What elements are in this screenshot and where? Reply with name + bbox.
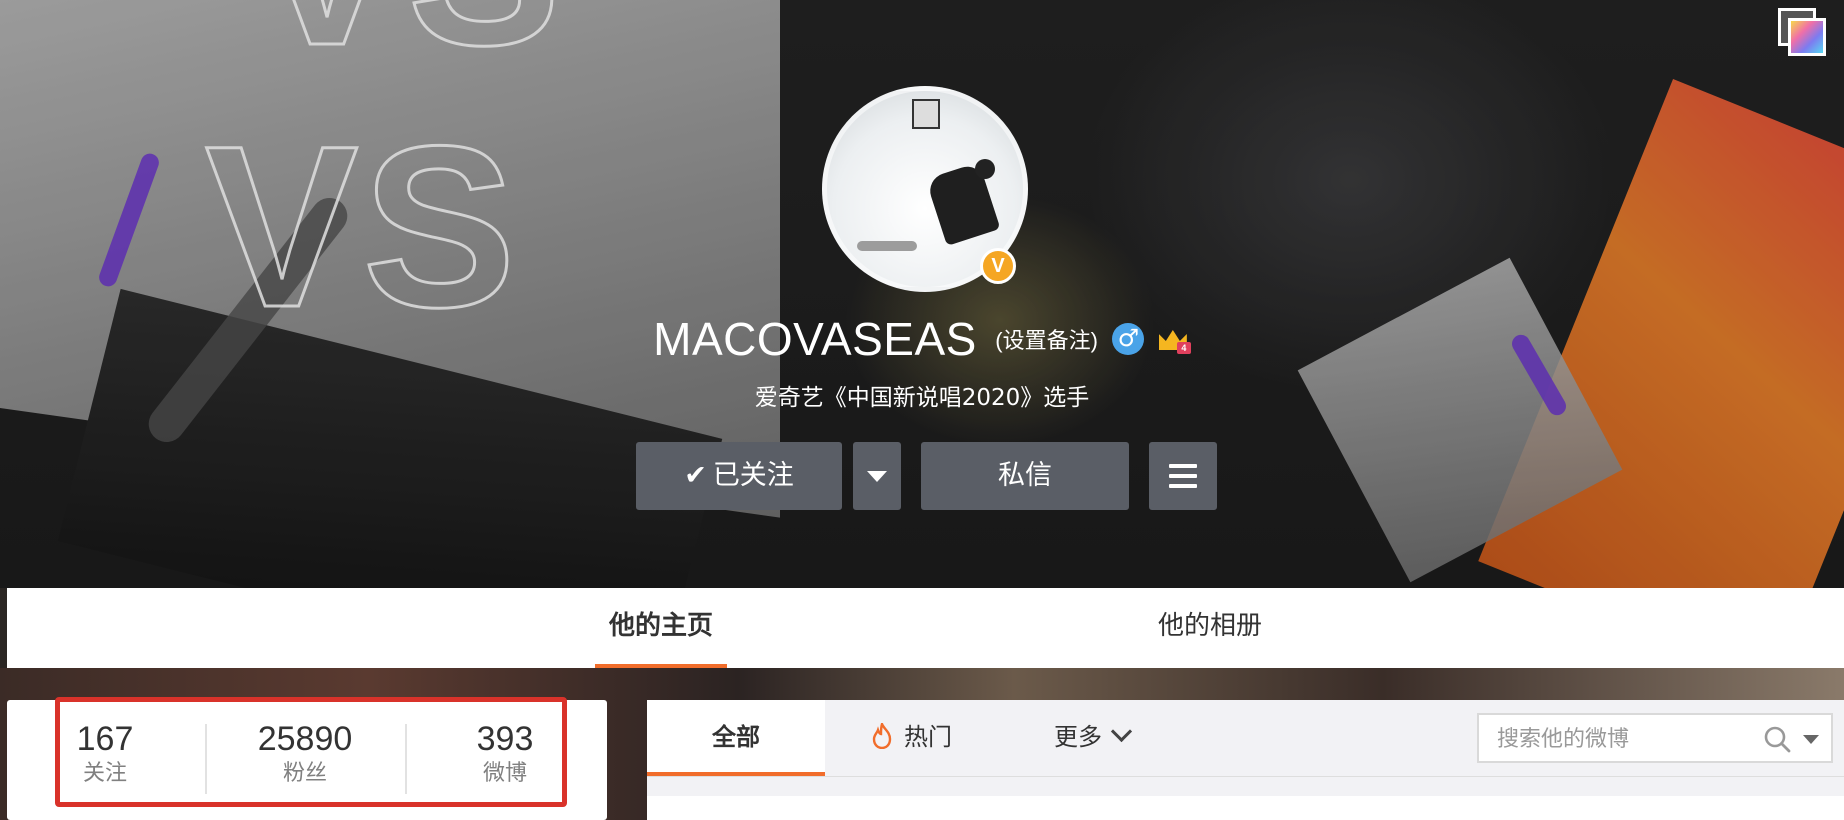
- flame-icon: [872, 723, 892, 749]
- search-icon[interactable]: [1763, 725, 1791, 753]
- chevron-down-icon: [1110, 720, 1133, 743]
- feed-tab-more[interactable]: 更多: [1054, 700, 1133, 776]
- profile-name-row: MACOVASEAS (设置备注) ♂ 4: [0, 312, 1844, 366]
- more-menu-button[interactable]: [1149, 442, 1217, 510]
- feed-tab-hot-label: 热门: [904, 723, 952, 751]
- feed-content-area: [647, 796, 1844, 820]
- follow-options-dropdown[interactable]: [853, 442, 901, 510]
- caret-down-icon: [867, 471, 887, 482]
- feed-tab-hot[interactable]: 热门: [872, 700, 952, 776]
- hamburger-icon: [1169, 464, 1197, 488]
- search-input[interactable]: [1495, 715, 1759, 763]
- stats-highlight-box: [55, 697, 567, 807]
- message-button[interactable]: 私信: [921, 442, 1129, 510]
- profile-search-box: [1477, 713, 1833, 763]
- feed-tab-all[interactable]: 全部: [647, 700, 825, 776]
- feed-tab-more-label: 更多: [1054, 723, 1102, 751]
- vip-crown-icon[interactable]: 4: [1157, 324, 1191, 354]
- change-skin-icon[interactable]: [1778, 8, 1826, 56]
- profile-tab-bar: 他的主页 他的相册: [7, 588, 1844, 668]
- male-gender-icon: ♂: [1112, 323, 1145, 355]
- checkmark-icon: ✔: [684, 460, 707, 491]
- followed-label: 已关注: [712, 460, 794, 491]
- followed-button[interactable]: ✔ 已关注: [636, 442, 842, 510]
- set-remark-link[interactable]: (设置备注): [995, 328, 1098, 353]
- tab-album[interactable]: 他的相册: [1145, 588, 1275, 668]
- search-scope-caret-icon[interactable]: [1803, 735, 1819, 744]
- profile-bio: 爱奇艺《中国新说唱2020》选手: [754, 385, 1090, 411]
- verified-badge-icon: V: [980, 248, 1016, 284]
- profile-name: MACOVASEAS: [653, 313, 977, 365]
- message-label: 私信: [998, 460, 1052, 491]
- tab-home[interactable]: 他的主页: [595, 588, 727, 668]
